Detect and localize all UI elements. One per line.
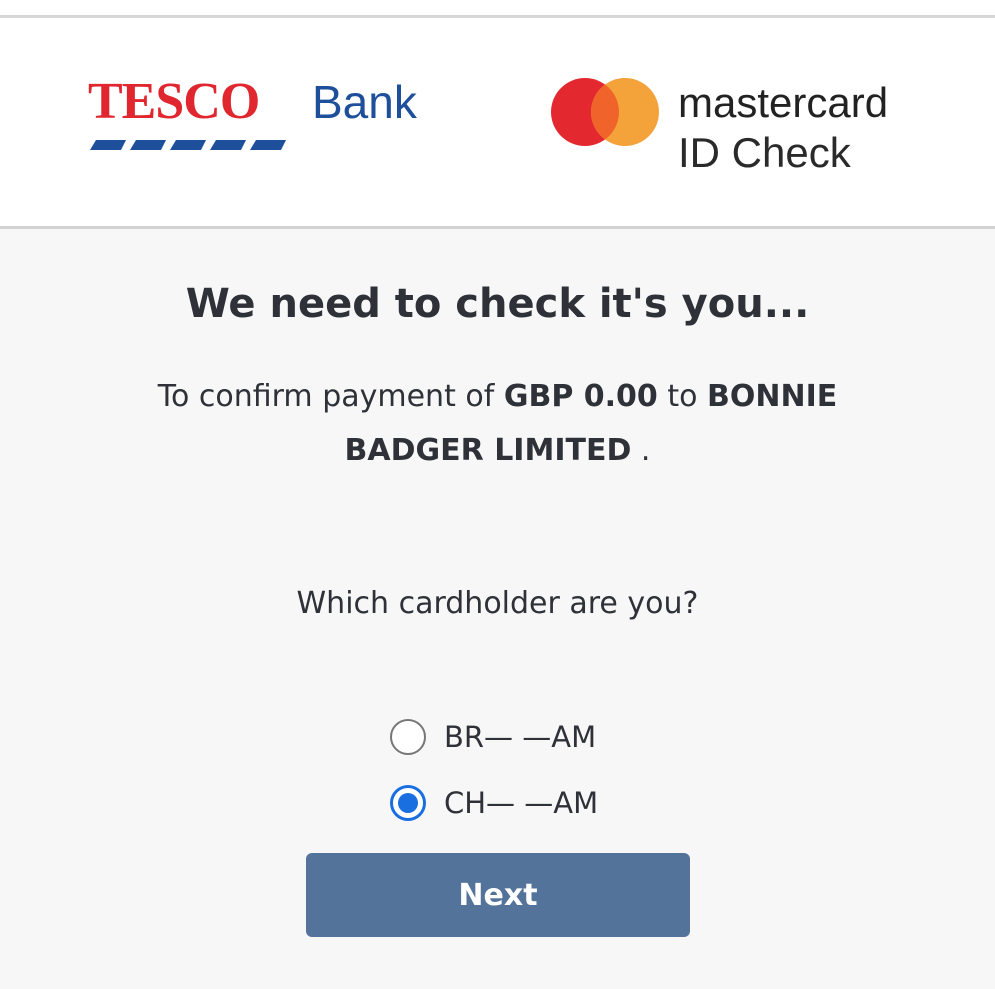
payment-amount: GBP 0.00 — [503, 379, 658, 414]
confirm-suffix: . — [631, 433, 651, 468]
next-button[interactable]: Next — [306, 853, 690, 937]
mastercard-circles-icon — [551, 78, 659, 146]
mastercard-id-check-logo: mastercard ID Check — [548, 75, 948, 185]
id-check-logo-text: ID Check — [678, 129, 851, 176]
cardholder-option-2[interactable]: CH— —AM — [390, 779, 598, 827]
confirm-middle: to — [657, 379, 707, 414]
bank-logo-text: Bank — [312, 76, 417, 128]
tesco-bank-logo: TESCO Bank — [88, 72, 428, 152]
cardholder-option-1[interactable]: BR— —AM — [390, 713, 596, 761]
page-title: We need to check it's you... — [185, 281, 810, 327]
header: TESCO Bank mastercard ID Check — [0, 18, 995, 226]
page: TESCO Bank mastercard ID Check We need t… — [0, 0, 995, 989]
radio-button-selected[interactable] — [390, 785, 426, 821]
cardholder-option-label: CH— —AM — [444, 786, 599, 820]
cardholder-question: Which cardholder are you? — [296, 586, 699, 621]
radio-button-unselected[interactable] — [390, 719, 426, 755]
payment-confirmation-text: To confirm payment of GBP 0.00 to BONNIE… — [130, 370, 865, 478]
mastercard-logo-text: mastercard — [678, 79, 889, 126]
confirm-prefix: To confirm payment of — [157, 379, 504, 414]
cardholder-option-label: BR— —AM — [444, 720, 597, 754]
tesco-stripes-icon — [90, 140, 286, 150]
tesco-logo-text: TESCO — [88, 73, 260, 130]
